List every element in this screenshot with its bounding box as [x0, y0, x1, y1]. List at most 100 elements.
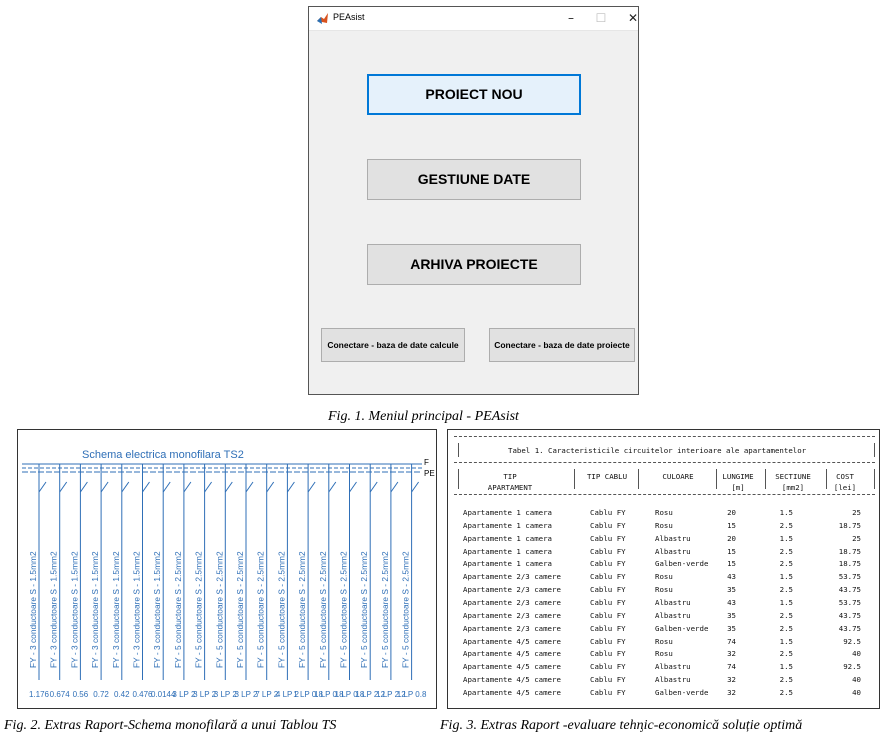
table-cell: Apartamente 4/5 camere — [463, 662, 561, 672]
breaker-switch-icon — [390, 481, 399, 493]
breaker-switch-icon — [183, 481, 192, 493]
table-cell: Apartamente 2/3 camere — [463, 610, 561, 620]
table-border — [716, 469, 717, 489]
circuit-cable-label: FY - 3 conductoare S - 1.5mm2 — [28, 551, 38, 668]
table-cell: Galben-verde — [655, 623, 709, 633]
table-cell: Rosu — [655, 520, 673, 530]
table-cell: Rosu — [655, 636, 673, 646]
table-cell: Apartamente 1 camera — [463, 546, 552, 556]
schematic-diagram: Schema electrica monofilara TS2 F PE FY … — [22, 449, 435, 699]
table-row: Apartamente 2/3 camere Cablu FY Galben-ver… — [448, 624, 879, 637]
circuit-power-value: 0.674 — [50, 690, 71, 699]
table-cell: 15 — [727, 520, 736, 530]
table-cell: 1.5 — [779, 597, 793, 607]
circuit-cable-label: FY - 5 conductoare S - 2.5mm2 — [276, 551, 286, 668]
report-table-figure: Tabel 1. Caracteristicile circuitelor in… — [447, 429, 880, 709]
circuit-cable-label: FY - 3 conductoare S - 1.5mm2 — [69, 551, 79, 668]
table-cell: 43 — [727, 597, 736, 607]
report-table-title: Tabel 1. Caracteristicile circuitelor in… — [508, 446, 807, 455]
table-cell: 43.75 — [838, 623, 861, 633]
table-cell: 2.5 — [779, 649, 793, 659]
schematic-circuit: FY - 5 conductoare S - 2.5mm27 LP 2 — [255, 464, 279, 699]
fig3-caption: Fig. 3. Extras Raport -evaluare tehᶇic-e… — [440, 718, 803, 733]
schematic-circuit: FY - 5 conductoare S - 2.5mm2 1 LP 0.8 — [397, 464, 427, 699]
window-titlebar[interactable]: PEAsist – ☐ ✕ — [309, 7, 638, 31]
table-cell: Apartamente 2/3 camere — [463, 572, 561, 582]
circuit-cable-label: FY - 3 conductoare S - 1.5mm2 — [49, 551, 59, 668]
table-cell: Rosu — [655, 585, 673, 595]
breaker-switch-icon — [79, 481, 88, 493]
project-archive-button[interactable]: ARHIVA PROIECTE — [367, 244, 581, 285]
table-cell: Albastru — [655, 662, 691, 672]
table-cell: 43.75 — [838, 610, 861, 620]
circuit-cable-label: FY - 5 conductoare S - 2.5mm2 — [339, 551, 349, 668]
table-cell: Rosu — [655, 572, 673, 582]
schematic-circuits: FY - 3 conductoare S - 1.5mm21.176FY - 3… — [28, 464, 427, 699]
table-cell: Cablu FY — [590, 687, 626, 697]
table-cell: 35 — [727, 610, 736, 620]
circuit-cable-label: FY - 3 conductoare S - 1.5mm2 — [152, 551, 162, 668]
table-cell: Cablu FY — [590, 649, 626, 659]
table-header-cell: COST [lei] — [833, 472, 857, 492]
new-project-button[interactable]: PROIECT NOU — [367, 74, 581, 115]
table-cell: Galben-verde — [655, 687, 709, 697]
circuit-cable-label: FY - 5 conductoare S - 2.5mm2 — [318, 551, 328, 668]
table-cell: Apartamente 4/5 camere — [463, 687, 561, 697]
close-icon[interactable]: ✕ — [621, 9, 645, 27]
schematic-circuit: FY - 5 conductoare S - 2.5mm23 LP 2 — [172, 464, 196, 699]
matlab-app-icon — [317, 13, 328, 24]
table-cell: 2.5 — [779, 623, 793, 633]
circuit-cable-label: FY - 5 conductoare S - 2.5mm2 — [297, 551, 307, 668]
table-cell: Apartamente 1 camera — [463, 533, 552, 543]
maximize-icon[interactable]: ☐ — [589, 9, 613, 27]
table-cell: 1.5 — [779, 572, 793, 582]
circuit-cable-label: FY - 5 conductoare S - 2.5mm2 — [194, 551, 204, 668]
table-cell: Cablu FY — [590, 533, 626, 543]
table-row: Apartamente 4/5 camere Cablu FY Rosu 74 1.5 9… — [448, 637, 879, 650]
table-row: Apartamente 2/3 camere Cablu FY Rosu 35 2.5 4… — [448, 585, 879, 598]
table-cell: 40 — [852, 649, 861, 659]
table-border — [458, 443, 459, 457]
breaker-switch-icon — [349, 481, 357, 493]
table-row: Apartamente 4/5 camere Cablu FY Rosu 32 2.5 4… — [448, 649, 879, 662]
table-cell: 35 — [727, 585, 736, 595]
table-cell: 92.5 — [843, 662, 861, 672]
circuit-cable-label: FY - 5 conductoare S - 2.5mm2 — [401, 551, 411, 668]
table-row: Apartamente 1 camera Cablu FY Albastru 20 1.… — [448, 534, 879, 547]
table-row: Apartamente 4/5 camere Cablu FY Galben-ver… — [448, 688, 879, 701]
circuit-cable-label: FY - 3 conductoare S - 1.5mm2 — [90, 551, 100, 668]
table-cell: 18.75 — [838, 520, 861, 530]
table-border — [454, 436, 875, 437]
circuit-cable-label: FY - 5 conductoare S - 2.5mm2 — [380, 551, 390, 668]
table-border — [826, 469, 827, 489]
data-management-button[interactable]: GESTIUNE DATE — [367, 159, 581, 200]
table-cell: 1.5 — [779, 662, 793, 672]
table-cell: Apartamente 1 camera — [463, 508, 552, 517]
table-cell: 53.75 — [838, 572, 861, 582]
circuit-cable-label: FY - 3 conductoare S - 1.5mm2 — [111, 551, 121, 668]
table-cell: Apartamente 2/3 camere — [463, 585, 561, 595]
breaker-switch-icon — [411, 481, 420, 493]
circuit-cable-label: FY - 5 conductoare S - 2.5mm2 — [173, 551, 183, 668]
schematic-circuit: FY - 5 conductoare S - 2.5mm23 LP 2 — [193, 464, 217, 699]
table-cell: 53.75 — [838, 597, 861, 607]
table-cell: 2.5 — [779, 585, 793, 595]
breaker-switch-icon — [307, 481, 316, 493]
table-cell: Cablu FY — [590, 610, 626, 620]
table-border — [458, 469, 459, 489]
minimize-icon[interactable]: – — [559, 9, 583, 27]
schematic-circuit: FY - 5 conductoare S - 2.5mm24 LP 2 — [276, 464, 299, 699]
table-cell: Cablu FY — [590, 662, 626, 672]
table-cell: Cablu FY — [590, 636, 626, 646]
table-cell: 25 — [852, 533, 861, 543]
table-cell: Albastru — [655, 533, 691, 543]
bus-label-f: F — [424, 458, 429, 467]
table-cell: Cablu FY — [590, 520, 626, 530]
table-cell: 74 — [727, 636, 736, 646]
table-cell: 40 — [852, 687, 861, 697]
connect-calc-db-button[interactable]: Conectare - baza de date calcule — [321, 328, 465, 362]
peasist-window: PEAsist – ☐ ✕ PROIECT NOU GESTIUNE DATE … — [308, 6, 639, 395]
table-cell: 43 — [727, 572, 736, 582]
table-cell: 15 — [727, 559, 736, 569]
connect-project-db-button[interactable]: Conectare - baza de date proiecte — [489, 328, 635, 362]
